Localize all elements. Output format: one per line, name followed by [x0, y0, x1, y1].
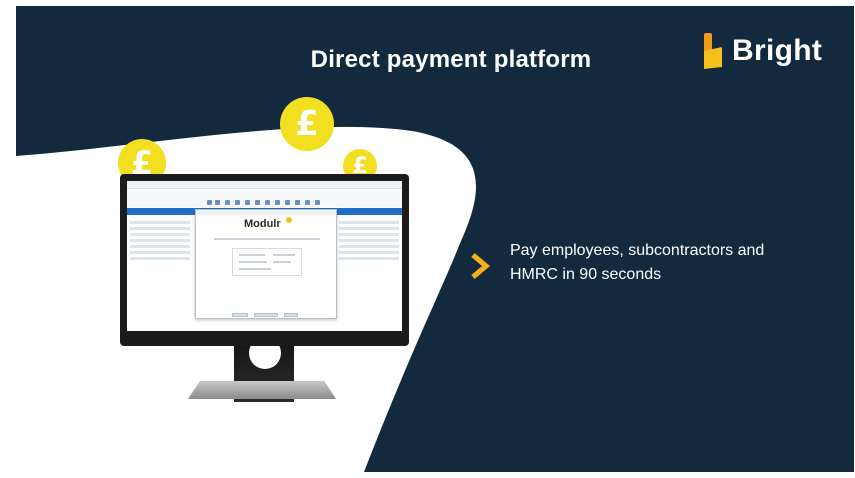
monitor-screen: Modulr [127, 181, 402, 331]
slide-background: Direct payment platform Bright £ £ £ Mod… [16, 6, 854, 472]
slide-title: Direct payment platform [310, 46, 592, 73]
bright-logo-icon [704, 33, 722, 69]
app-ribbon [127, 189, 402, 207]
bright-logo: Bright [700, 31, 822, 71]
dialog-button [232, 313, 248, 317]
modulr-dialog: Modulr [195, 209, 337, 319]
pound-coin-icon: £ [280, 97, 334, 151]
modulr-logo-icon [286, 217, 292, 223]
payment-summary-box [232, 248, 302, 276]
modulr-brand: Modulr [244, 218, 281, 230]
slide: Direct payment platform Bright £ £ £ Mod… [0, 0, 855, 478]
bullet-point: Pay employees, subcontractors and HMRC i… [470, 239, 810, 287]
chevron-right-icon [471, 253, 491, 279]
monitor-stand-base [188, 381, 336, 399]
app-topbar [127, 181, 402, 189]
logo-text: Bright [732, 34, 823, 67]
dialog-button [284, 313, 298, 317]
monitor: Modulr [120, 174, 409, 346]
dialog-button [254, 313, 278, 317]
bullet-text: Pay employees, subcontractors and HMRC i… [509, 242, 765, 283]
